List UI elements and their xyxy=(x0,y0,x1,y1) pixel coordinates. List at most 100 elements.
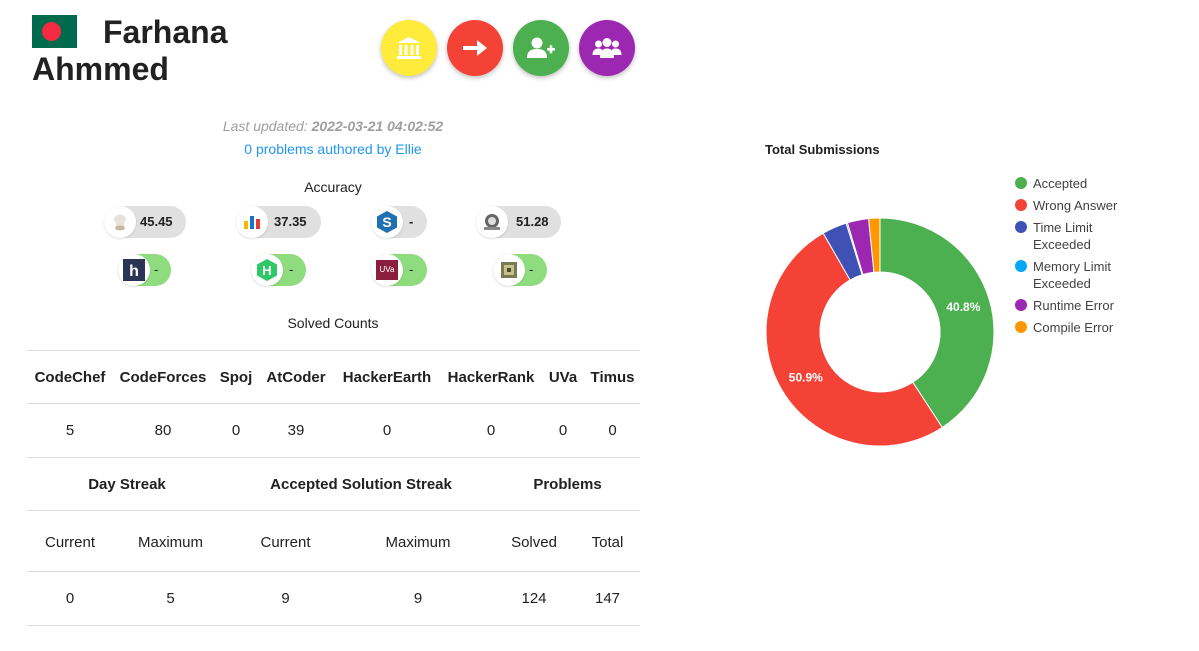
legend-item-runtime-error[interactable]: Runtime Error xyxy=(1015,297,1133,314)
header-atcoder: AtCoder xyxy=(266,368,326,386)
solved-counts-title: Solved Counts xyxy=(287,315,379,331)
header-codechef: CodeChef xyxy=(34,368,106,386)
accuracy-title: Accuracy xyxy=(304,179,362,195)
divider xyxy=(27,625,640,626)
institution-icon xyxy=(397,37,421,59)
solved-hackerearth: 0 xyxy=(382,421,392,439)
accuracy-value-hackerrank: - xyxy=(289,262,294,277)
legend-item-wrong-answer[interactable]: Wrong Answer xyxy=(1015,197,1133,214)
header-spoj: Spoj xyxy=(219,368,253,386)
solved-atcoder: 39 xyxy=(287,421,305,439)
problems-solved-header: Solved xyxy=(511,533,557,551)
solved-spoj: 0 xyxy=(231,421,241,439)
legend-swatch xyxy=(1015,199,1027,211)
streak-value-row: 0 5 9 9 124 147 xyxy=(27,587,640,609)
profile-first-name: Farhana xyxy=(103,14,228,50)
atcoder-logo-icon[interactable] xyxy=(476,206,508,238)
institution-button[interactable] xyxy=(381,20,437,76)
header-uva: UVa xyxy=(548,368,578,386)
accepted-streak-current: 9 xyxy=(281,589,290,607)
accuracy-value-hackerearth: - xyxy=(154,262,159,277)
accuracy-value-spoj: - xyxy=(409,214,414,229)
legend-label: Time Limit Exceeded xyxy=(1033,220,1093,252)
accuracy-value-atcoder: 51.28 xyxy=(516,214,549,229)
legend-label: Compile Error xyxy=(1033,320,1114,335)
accepted-streak-maximum-header: Maximum xyxy=(385,533,451,551)
arrow-right-icon xyxy=(463,40,487,56)
hackerearth-logo-icon[interactable]: h xyxy=(118,254,150,286)
solved-codeforces: 80 xyxy=(154,421,172,439)
last-updated-value: 2022-03-21 04:02:52 xyxy=(311,118,444,134)
legend-item-accepted[interactable]: Accepted xyxy=(1015,175,1133,192)
problems-solved: 124 xyxy=(521,589,547,607)
codechef-logo-icon[interactable] xyxy=(104,206,136,238)
solved-hackerrank: 0 xyxy=(486,421,496,439)
legend-swatch xyxy=(1015,221,1027,233)
total-submissions-donut-chart: 40.8% 50.9% xyxy=(765,217,995,447)
legend-label: Memory Limit Exceeded xyxy=(1033,259,1112,291)
solved-counts-header-row: CodeChef CodeForces Spoj AtCoder HackerE… xyxy=(27,366,640,388)
svg-text:H: H xyxy=(262,263,271,278)
accuracy-value-uva: - xyxy=(409,262,414,277)
svg-text:S: S xyxy=(382,214,391,230)
legend-item-time-limit-exceeded[interactable]: Time Limit Exceeded xyxy=(1015,219,1133,253)
header-hackerrank: HackerRank xyxy=(447,368,535,386)
problems-total: 147 xyxy=(594,589,621,607)
last-updated-label: Last updated: xyxy=(222,118,308,134)
svg-text:h: h xyxy=(129,263,139,280)
accuracy-value-codeforces: 37.35 xyxy=(274,214,307,229)
day-streak-maximum-header: Maximum xyxy=(137,533,203,551)
header-timus: Timus xyxy=(590,368,635,386)
authored-problems-link[interactable]: 0 problems authored by Ellie xyxy=(0,141,666,157)
data-label-wrong-answer: 50.9% xyxy=(789,370,823,384)
group-button[interactable] xyxy=(579,20,635,76)
streak-group-row: Day Streak Accepted Solution Streak Prob… xyxy=(27,473,640,495)
divider xyxy=(27,571,640,572)
legend-label: Runtime Error xyxy=(1033,298,1114,313)
header-hackerearth: HackerEarth xyxy=(342,368,432,386)
divider xyxy=(27,403,640,404)
legend-swatch xyxy=(1015,321,1027,333)
divider xyxy=(27,457,640,458)
legend-label: Wrong Answer xyxy=(1033,198,1118,213)
solved-uva: 0 xyxy=(558,421,568,439)
data-label-accepted: 40.8% xyxy=(946,300,980,314)
accepted-streak-current-header: Current xyxy=(260,533,311,551)
hackerrank-logo-icon[interactable]: H xyxy=(251,254,283,286)
last-updated: Last updated: 2022-03-21 04:02:52 xyxy=(0,118,666,134)
chart-title: Total Submissions xyxy=(765,142,880,157)
day-streak-maximum: 5 xyxy=(166,589,175,607)
day-streak-header: Day Streak xyxy=(88,475,166,493)
solved-codechef: 5 xyxy=(65,421,75,439)
timus-logo-icon[interactable] xyxy=(493,254,525,286)
header-codeforces: CodeForces xyxy=(119,368,207,386)
add-friend-button[interactable] xyxy=(513,20,569,76)
legend-swatch xyxy=(1015,260,1027,272)
codeforces-logo-icon[interactable] xyxy=(236,206,268,238)
streak-subheader-row: Current Maximum Current Maximum Solved T… xyxy=(27,531,640,553)
legend-item-compile-error[interactable]: Compile Error xyxy=(1015,319,1133,336)
divider xyxy=(27,350,640,351)
solved-timus: 0 xyxy=(608,421,617,439)
accuracy-value-timus: - xyxy=(529,262,534,277)
day-streak-current-header: Current xyxy=(44,533,96,551)
users-icon xyxy=(592,38,622,58)
user-plus-icon xyxy=(527,37,555,58)
day-streak-current: 0 xyxy=(65,589,75,607)
arrow-right-button[interactable] xyxy=(447,20,503,76)
spoj-logo-icon[interactable]: S xyxy=(371,206,403,238)
accepted-streak-header: Accepted Solution Streak xyxy=(270,475,452,493)
legend-swatch xyxy=(1015,177,1027,189)
accuracy-value-codechef: 45.45 xyxy=(140,214,173,229)
legend-label: Accepted xyxy=(1033,176,1088,191)
uva-logo-icon[interactable]: UVa xyxy=(371,254,403,286)
bangladesh-flag-icon xyxy=(32,15,77,48)
solved-counts-value-row: 5 80 0 39 0 0 0 0 xyxy=(27,419,640,441)
problems-total-header: Total xyxy=(591,533,624,551)
problems-header: Problems xyxy=(533,475,602,493)
chart-legend: Accepted Wrong Answer Time Limit Exceede… xyxy=(1015,175,1133,341)
profile-last-name: Ahmmed xyxy=(32,51,169,87)
legend-swatch xyxy=(1015,299,1027,311)
divider xyxy=(27,510,640,511)
legend-item-memory-limit-exceeded[interactable]: Memory Limit Exceeded xyxy=(1015,258,1133,292)
